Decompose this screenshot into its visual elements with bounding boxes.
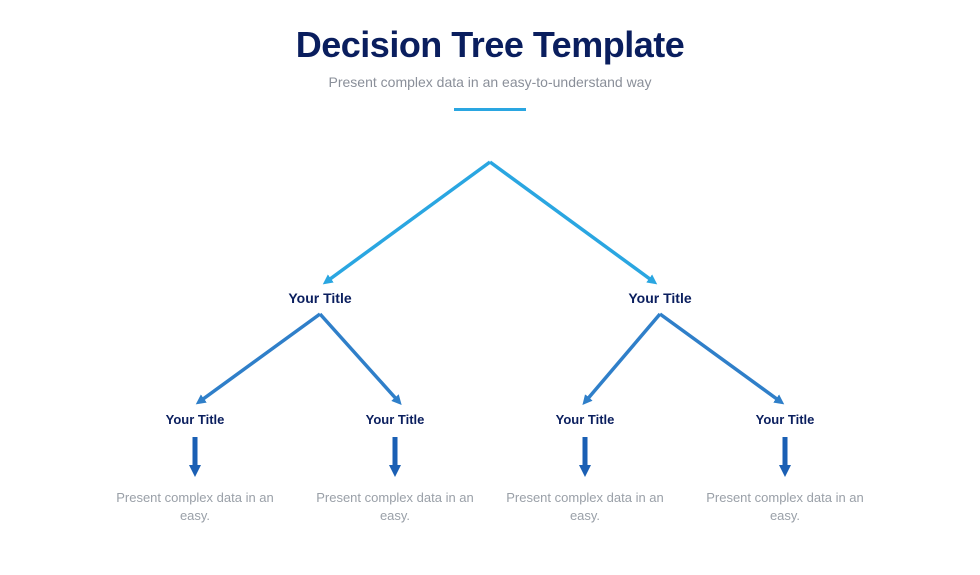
node-leaf-4-desc: Present complex data in an easy. bbox=[700, 489, 870, 524]
tree-connectors-svg bbox=[0, 24, 980, 575]
node-leaf-1-desc: Present complex data in an easy. bbox=[110, 489, 280, 524]
node-mid-right-title: Your Title bbox=[628, 290, 691, 306]
node-leaf-4-title: Your Title bbox=[756, 412, 815, 427]
node-leaf-1-title: Your Title bbox=[166, 412, 225, 427]
node-leaf-3-desc: Present complex data in an easy. bbox=[500, 489, 670, 524]
node-mid-left-title: Your Title bbox=[288, 290, 351, 306]
node-leaf-2-desc: Present complex data in an easy. bbox=[310, 489, 480, 524]
node-leaf-2-title: Your Title bbox=[366, 412, 425, 427]
node-leaf-3-title: Your Title bbox=[556, 412, 615, 427]
title-underline bbox=[454, 108, 526, 111]
diagram-stage: Your Title Your Title Your Title Your Ti… bbox=[0, 24, 980, 575]
slide-title: Decision Tree Template bbox=[0, 24, 980, 66]
slide-subtitle: Present complex data in an easy-to-under… bbox=[0, 74, 980, 90]
